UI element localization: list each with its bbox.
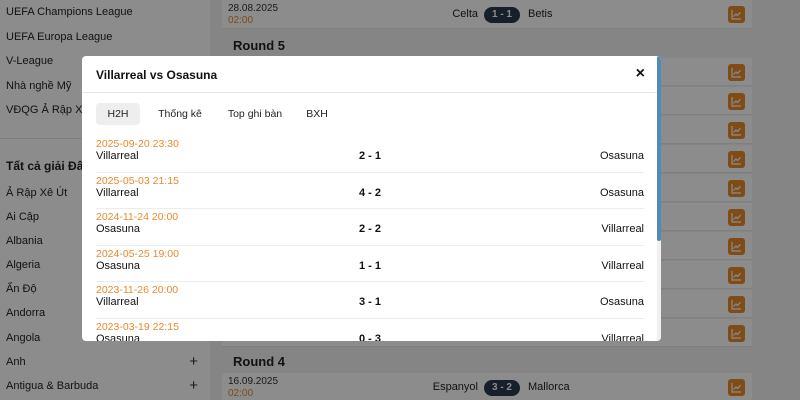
h2h-match-row[interactable]: 2024-05-25 19:00 Osasuna 1 - 1 Villarreal xyxy=(96,246,644,282)
away-team: Osasuna xyxy=(599,150,644,162)
away-team: Osasuna xyxy=(599,296,644,308)
h2h-match-list: 2025-09-20 23:30 Villarreal 2 - 1 Osasuna 20… xyxy=(96,136,644,341)
match-score: 3 - 1 xyxy=(358,296,381,308)
away-team: Villarreal xyxy=(601,223,644,235)
h2h-match-row[interactable]: 2025-09-20 23:30 Villarreal 2 - 1 Osasuna xyxy=(96,136,644,173)
tab-h2h[interactable]: H2H xyxy=(96,103,140,125)
home-team: Villarreal xyxy=(96,186,139,199)
match-datetime: 2024-11-24 20:00 xyxy=(96,211,179,223)
h2h-match-row[interactable]: 2025-05-03 21:15 Villarreal 4 - 2 Osasuna xyxy=(96,173,644,209)
tab-thống-kê[interactable]: Thống kê xyxy=(152,103,208,125)
h2h-match-row[interactable]: 2024-11-24 20:00 Osasuna 2 - 2 Villarreal xyxy=(96,209,644,246)
tab-bxh[interactable]: BXH xyxy=(300,103,334,125)
match-score: 0 - 3 xyxy=(358,332,381,342)
away-team: Villarreal xyxy=(601,332,644,342)
h2h-match-row[interactable]: 2023-11-26 20:00 Villarreal 3 - 1 Osasuna xyxy=(96,282,644,319)
match-datetime: 2023-03-19 22:15 xyxy=(96,320,179,333)
h2h-match-row[interactable]: 2023-03-19 22:15 Osasuna 0 - 3 Villarreal xyxy=(96,319,644,342)
away-team: Osasuna xyxy=(599,186,644,199)
match-score: 1 - 1 xyxy=(358,259,381,272)
modal-header: Villarreal vs Osasuna × xyxy=(82,56,661,93)
match-datetime: 2023-11-26 20:00 xyxy=(96,284,179,296)
home-team: Villarreal xyxy=(96,296,139,308)
home-team: Osasuna xyxy=(96,332,141,342)
match-score: 2 - 1 xyxy=(358,150,381,162)
home-team: Osasuna xyxy=(96,259,141,272)
scrollbar-thumb[interactable] xyxy=(657,56,661,241)
match-datetime: 2025-09-20 23:30 xyxy=(96,138,179,150)
close-icon[interactable]: × xyxy=(636,66,645,82)
match-score: 4 - 2 xyxy=(358,186,381,199)
match-score: 2 - 2 xyxy=(358,223,381,235)
tab-top-ghi-bàn[interactable]: Top ghi bàn xyxy=(220,103,290,125)
home-team: Villarreal xyxy=(96,150,139,162)
modal-title: Villarreal vs Osasuna xyxy=(96,68,218,82)
home-team: Osasuna xyxy=(96,223,141,235)
h2h-modal: Villarreal vs Osasuna × H2H Thống kê Top g… xyxy=(82,56,661,341)
match-datetime: 2024-05-25 19:00 xyxy=(96,247,179,260)
match-datetime: 2025-05-03 21:15 xyxy=(96,174,179,187)
away-team: Villarreal xyxy=(601,259,644,272)
